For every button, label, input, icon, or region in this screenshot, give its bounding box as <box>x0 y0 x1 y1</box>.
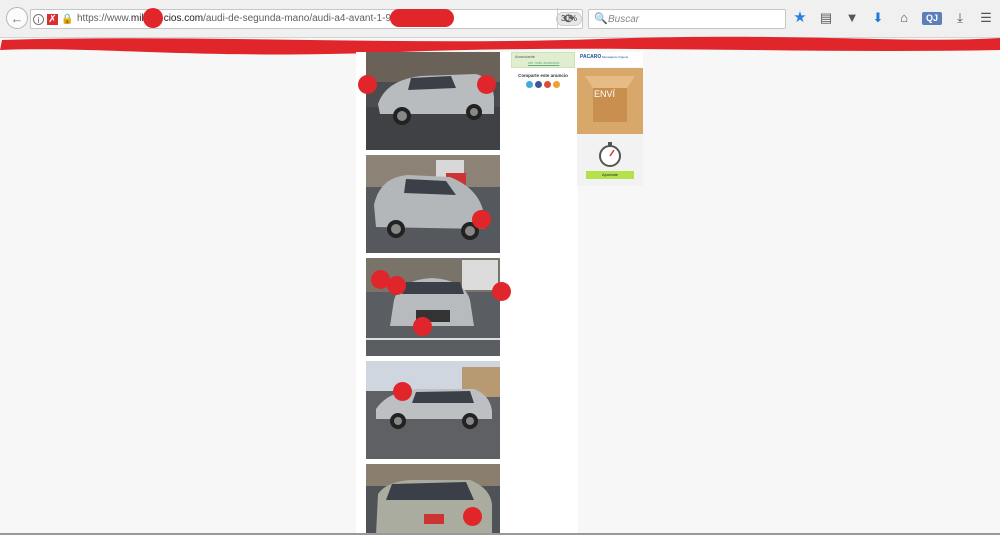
star-icon[interactable]: ★ <box>792 9 808 27</box>
qj-extension-icon[interactable]: QJ <box>922 11 942 25</box>
seller-more-link[interactable]: ver más anuncios <box>528 60 559 65</box>
ad-cta-button[interactable]: Apúntate <box>586 171 634 179</box>
info-icon[interactable]: i <box>33 14 44 25</box>
email-icon[interactable] <box>553 81 560 88</box>
url-domain-part1: mil <box>130 13 144 24</box>
car-photo-1[interactable] <box>366 52 500 150</box>
google-plus-icon[interactable] <box>544 81 551 88</box>
home-icon[interactable]: ⌂ <box>896 9 912 27</box>
arrow-left-icon: ← <box>10 10 24 26</box>
twitter-icon[interactable] <box>526 81 533 88</box>
ad-box-image <box>577 68 643 134</box>
search-icon: 🔍 <box>594 13 608 25</box>
pocket-icon[interactable]: ▼ <box>844 9 860 27</box>
seller-panel: Anunciante ver más anuncios <box>511 52 575 68</box>
share-title: Comparte este anuncio <box>518 73 568 78</box>
ad-tagline: Mensajería Urgente <box>602 55 629 59</box>
share-icons <box>511 81 575 88</box>
seller-label: Anunciante <box>515 54 536 59</box>
download-icon[interactable]: ⬇ <box>870 9 886 27</box>
url-path: /audi-de-segunda-mano/audi-a4-avant-1-9-… <box>203 13 409 24</box>
toolbar-icons: ★ ▤ ▼ ⬇ ⌂ QJ ⤓ ☰ <box>792 9 994 27</box>
redaction-dot <box>413 317 432 336</box>
search-placeholder: Buscar <box>608 14 640 25</box>
car-photo-2[interactable] <box>366 155 500 253</box>
redaction-dot <box>387 276 406 295</box>
downloads-icon[interactable]: ⤓ <box>952 9 968 27</box>
url-bar[interactable]: i ✗ 🔒 https://www.mil cios.com/audi-de-se… <box>30 9 583 29</box>
lock-icon[interactable]: 🔒 <box>61 14 73 25</box>
reading-list-icon[interactable]: ▤ <box>818 9 834 27</box>
redaction-dot <box>477 75 496 94</box>
redaction-dot <box>472 210 491 229</box>
redaction-dot <box>463 507 482 526</box>
redaction-dot <box>393 382 412 401</box>
redaction-url-tail <box>390 9 454 27</box>
ad-banner[interactable]: PACARO Mensajería Urgente ENVÍ Apúntate <box>577 52 643 186</box>
search-bar[interactable]: 🔍 Buscar <box>588 9 786 29</box>
car-photo-5[interactable] <box>366 464 500 535</box>
blocked-content-icon[interactable]: ✗ <box>47 14 58 25</box>
redaction-dot <box>492 282 511 301</box>
back-button[interactable]: ← <box>6 7 28 29</box>
ad-header: PACARO Mensajería Urgente <box>577 52 643 67</box>
url-security-icons: i ✗ 🔒 <box>33 12 73 27</box>
redaction-dot <box>358 75 377 94</box>
reload-icon: ⟳ <box>564 11 575 26</box>
url-text[interactable]: https://www.mil cios.com/audi-de-segunda-… <box>77 13 408 24</box>
facebook-icon[interactable] <box>535 81 542 88</box>
menu-icon[interactable]: ☰ <box>978 9 994 27</box>
car-photo-4[interactable] <box>366 361 500 459</box>
redaction-dot-url <box>143 8 163 28</box>
share-panel: Anunciante ver más anuncios Comparte est… <box>511 52 575 94</box>
url-prefix: https://www. <box>77 13 131 24</box>
reload-button[interactable]: ⟳ <box>557 8 581 29</box>
ad-box-label: ENVÍ <box>594 89 616 99</box>
ad-brand: PACARO <box>580 54 602 60</box>
url-domain-part2: cios.com <box>163 13 204 24</box>
